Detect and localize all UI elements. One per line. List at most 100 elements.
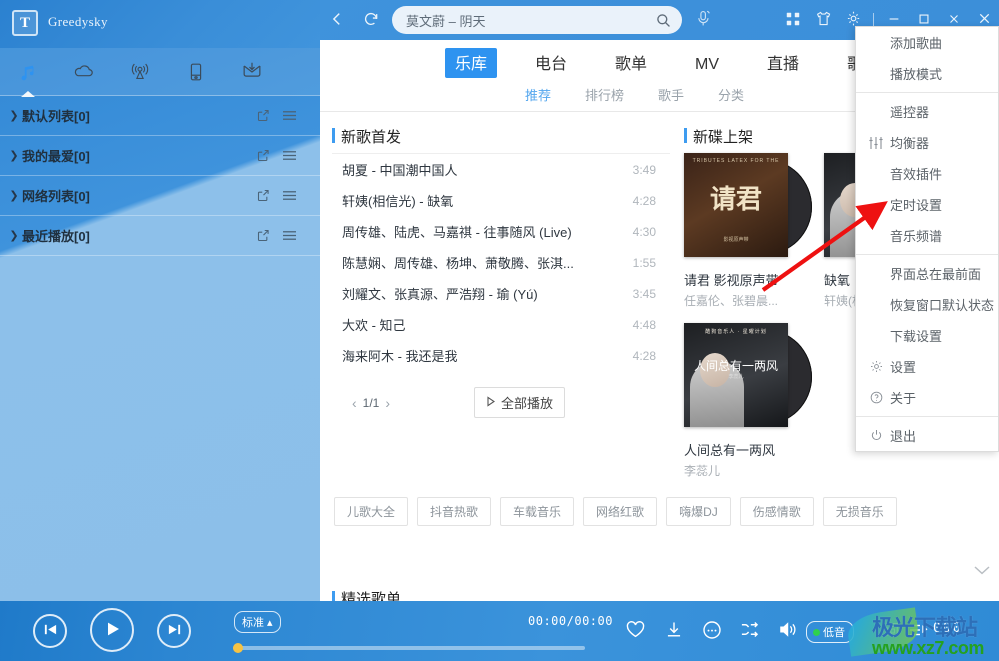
- open-external-icon[interactable]: [250, 188, 276, 203]
- album-artwork: TRIBUTES LATEX FOR THE 请君 影视原声带: [684, 153, 812, 265]
- sidebar-item-radio[interactable]: [112, 48, 168, 96]
- search-box[interactable]: [392, 6, 682, 34]
- playlist-button[interactable]: [908, 622, 928, 641]
- chevron-down-icon[interactable]: [973, 564, 991, 579]
- menu-item-always-on-top[interactable]: 界面总在最前面: [856, 258, 998, 289]
- voice-search-button[interactable]: [686, 0, 720, 40]
- apps-grid-button[interactable]: [778, 0, 808, 40]
- menu-item-add-song[interactable]: 添加歌曲: [856, 27, 998, 58]
- tab-library[interactable]: 乐库: [445, 48, 498, 78]
- search-input[interactable]: [406, 12, 655, 28]
- playlist-menu-icon[interactable]: [276, 229, 302, 242]
- tab-playlists[interactable]: 歌单: [605, 48, 657, 78]
- menu-item-label: 下载设置: [890, 329, 943, 344]
- sidebar-item-download[interactable]: [224, 48, 280, 96]
- shuffle-button[interactable]: [739, 620, 760, 642]
- table-row[interactable]: 陈慧娴、周传雄、杨坤、萧敬腾、张淇... 1:55: [332, 247, 670, 278]
- playlist-menu-icon[interactable]: [276, 189, 302, 202]
- menu-item-remote-control[interactable]: 遥控器: [856, 96, 998, 127]
- lyrics-button[interactable]: 词: [884, 619, 899, 640]
- menu-item-equalizer[interactable]: 均衡器: [856, 127, 998, 158]
- sidebar-item-cloud-music[interactable]: [56, 48, 112, 96]
- search-icon[interactable]: [655, 12, 672, 29]
- tag-chip[interactable]: 无损音乐: [822, 497, 897, 526]
- menu-item-sound-plugin[interactable]: 音效插件: [856, 158, 998, 189]
- tag-chip[interactable]: 儿歌大全: [334, 497, 409, 526]
- subtab-categories[interactable]: 分类: [718, 85, 744, 104]
- subtab-recommend[interactable]: 推荐: [525, 85, 551, 104]
- volume-button[interactable]: [778, 620, 799, 642]
- menu-item-timer-settings[interactable]: 定时设置: [856, 189, 998, 220]
- back-button[interactable]: [320, 0, 354, 40]
- table-row[interactable]: 胡夏 - 中国潮中国人 3:49: [332, 154, 670, 185]
- divider: [856, 416, 998, 417]
- menu-item-settings[interactable]: 设置: [856, 351, 998, 382]
- tag-chip[interactable]: 伤感情歌: [739, 497, 814, 526]
- playlist-menu-icon[interactable]: [276, 109, 302, 122]
- download-button[interactable]: [664, 620, 684, 642]
- more-options-button[interactable]: [702, 620, 722, 643]
- skin-shirt-icon: [814, 9, 833, 31]
- list-item[interactable]: ❯ 我的最爱[0]: [0, 136, 320, 176]
- song-title: 胡夏 - 中国潮中国人: [342, 163, 458, 178]
- refresh-button[interactable]: [354, 0, 388, 40]
- list-item[interactable]: ❯ 默认列表[0]: [0, 96, 320, 136]
- question-circle-icon: [864, 390, 888, 405]
- table-row[interactable]: 周传雄、陆虎、马嘉祺 - 往事随风 (Live) 4:30: [332, 216, 670, 247]
- tab-live[interactable]: 直播: [757, 48, 809, 78]
- skin-button[interactable]: [808, 0, 838, 40]
- cover-sub-text: 李蕊儿: [728, 374, 744, 380]
- progress-slider[interactable]: [233, 646, 585, 650]
- app-logo: T: [12, 10, 38, 36]
- play-pause-button[interactable]: [90, 608, 134, 652]
- table-row[interactable]: 海来阿木 - 我还是我 4:28: [332, 340, 670, 371]
- prev-page-button[interactable]: ‹: [346, 395, 363, 411]
- song-title: 陈慧娴、周传雄、杨坤、萧敬腾、张淇...: [342, 256, 574, 271]
- song-duration: 4:30: [632, 224, 656, 239]
- music-note-icon: [17, 61, 39, 83]
- tag-chip[interactable]: 抖音热歌: [417, 497, 492, 526]
- album-card[interactable]: TRIBUTES LATEX FOR THE 请君 影视原声带 请君 影视原声带…: [684, 153, 812, 309]
- tag-chip[interactable]: 车载音乐: [500, 497, 575, 526]
- song-duration: 4:48: [632, 317, 656, 332]
- tab-mv[interactable]: MV: [685, 54, 729, 78]
- list-item[interactable]: ❯ 网络列表[0]: [0, 176, 320, 216]
- menu-item-spectrum[interactable]: 音乐频谱: [856, 220, 998, 251]
- progress-handle[interactable]: [233, 643, 243, 653]
- subtab-artists[interactable]: 歌手: [658, 85, 684, 104]
- open-external-icon[interactable]: [250, 228, 276, 243]
- album-artist: 任嘉伦、张碧晨...: [684, 294, 779, 308]
- menu-item-about[interactable]: 关于: [856, 382, 998, 413]
- audio-quality-selector[interactable]: 标准 ▴: [234, 611, 281, 633]
- table-row[interactable]: 刘耀文、张真源、严浩翔 - 瑜 (Yú) 3:45: [332, 278, 670, 309]
- previous-track-button[interactable]: [33, 614, 67, 648]
- skip-next-icon: [166, 622, 183, 640]
- playlist-menu-icon[interactable]: [276, 149, 302, 162]
- menu-item-restore-window[interactable]: 恢复窗口默认状态: [856, 289, 998, 320]
- tag-chip[interactable]: 嗨爆DJ: [666, 497, 731, 526]
- play-all-button[interactable]: 全部播放: [474, 387, 566, 418]
- table-row[interactable]: 大欢 - 知己 4:48: [332, 309, 670, 340]
- song-duration: 4:28: [632, 193, 656, 208]
- song-title: 海来阿木 - 我还是我: [342, 349, 458, 364]
- table-row[interactable]: 轩姨(相信光) - 缺氧 4:28: [332, 185, 670, 216]
- next-track-button[interactable]: [157, 614, 191, 648]
- favorite-button[interactable]: [625, 620, 646, 642]
- bass-boost-toggle[interactable]: 低音: [806, 621, 854, 643]
- menu-item-label: 定时设置: [890, 198, 943, 213]
- list-item[interactable]: ❯ 最近播放[0]: [0, 216, 320, 256]
- sidebar-item-local-music[interactable]: [0, 48, 56, 97]
- menu-item-play-mode[interactable]: 播放模式: [856, 58, 998, 89]
- next-page-button[interactable]: ›: [379, 395, 396, 411]
- open-external-icon[interactable]: [250, 108, 276, 123]
- menu-item-exit[interactable]: 退出: [856, 420, 998, 451]
- menu-item-download-settings[interactable]: 下载设置: [856, 320, 998, 351]
- album-card[interactable]: 酷狗音乐人 · 星曜计划 人间总有一两风 李蕊儿 人间总有一两风 李蕊儿: [684, 323, 812, 479]
- tab-radio[interactable]: 电台: [525, 48, 577, 78]
- tag-chip[interactable]: 网络红歌: [583, 497, 658, 526]
- page-indicator: 1/1: [362, 395, 380, 410]
- open-external-icon[interactable]: [250, 148, 276, 163]
- resize-handle[interactable]: [988, 650, 998, 660]
- subtab-chart[interactable]: 排行榜: [585, 85, 624, 104]
- sidebar-item-device[interactable]: [168, 48, 224, 96]
